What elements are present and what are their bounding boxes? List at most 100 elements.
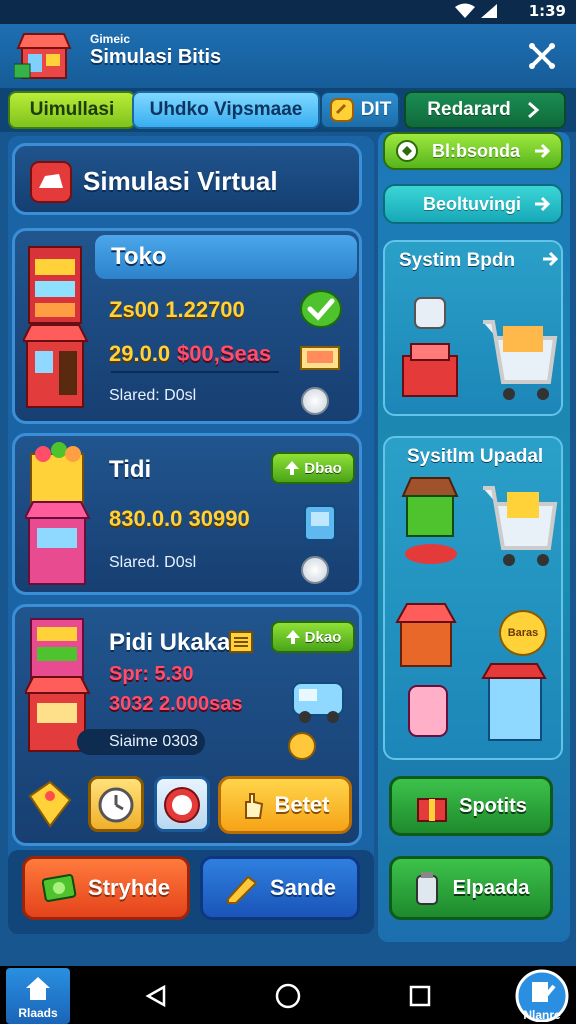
sale-button[interactable] <box>154 776 210 832</box>
button-label: Dkao <box>304 628 342 646</box>
kiosk-icon[interactable] <box>479 660 549 750</box>
chevron-right-icon <box>527 101 539 119</box>
van-icon <box>292 682 344 723</box>
shop-shelf-icon <box>25 442 91 585</box>
store-name: Pidi Ukaka <box>109 629 231 656</box>
arrow-right-icon[interactable] <box>541 250 559 268</box>
button-label: Stryhde <box>88 875 170 900</box>
sidebar-button-2[interactable]: Beoltuvingi <box>383 184 563 224</box>
sande-button[interactable]: Sande <box>200 856 360 920</box>
coin-icon[interactable] <box>301 556 329 584</box>
badge-label: Baras <box>507 627 539 639</box>
timer-button[interactable] <box>88 776 144 832</box>
tab-bar: Uimullasi Uhdko Vipsmaae DIT Redarard <box>0 88 576 132</box>
button-label: Sande <box>269 875 337 900</box>
button-label: Spotits <box>459 794 527 817</box>
document-icon <box>229 631 253 653</box>
recents-icon[interactable] <box>408 984 432 1008</box>
status-bar: 1:39 <box>0 0 576 24</box>
app-header: Gimeic Simulasi Bitis <box>0 24 576 88</box>
tab-toko-upgrade[interactable]: Uhdko Vipsmaae <box>132 91 320 129</box>
store-name: Tidi <box>109 456 152 483</box>
store-icon <box>30 161 72 203</box>
cash-icon <box>42 874 77 902</box>
shopping-cart-icon[interactable] <box>479 478 559 572</box>
discount-icon <box>164 787 200 823</box>
store-card-toko[interactable]: Toko Zs00 1.22700 29.0.0 $00,Seas Slared… <box>12 228 362 424</box>
tab-label: DIT <box>360 99 392 120</box>
bet-button[interactable]: Betet <box>218 776 352 834</box>
tab-dit[interactable]: DIT <box>320 91 400 129</box>
button-label: Betet <box>274 792 330 817</box>
button-label: Bl:bsonda <box>432 140 520 161</box>
tab-label: Uhdko Vipsmaae <box>149 99 303 120</box>
tab-redarard[interactable]: Redarard <box>404 91 566 129</box>
nav-label: Nlanre <box>523 1008 561 1022</box>
tab-simulasi[interactable]: Uimullasi <box>8 91 136 129</box>
store-name: Toko <box>111 243 167 270</box>
arrow-up-icon <box>285 461 300 475</box>
divider <box>111 371 279 373</box>
clock-icon <box>98 787 134 823</box>
store-status: Slared: D0sl <box>109 387 197 404</box>
store-value: 3032 2.000sas <box>109 693 243 715</box>
store-value: Zs00 1.22700 <box>109 297 245 322</box>
status-time: 1:39 <box>528 2 566 20</box>
elpada-button[interactable]: Elpaada <box>389 856 553 920</box>
system-nav-bar <box>0 966 576 1024</box>
spotits-button[interactable]: Spotits <box>389 776 553 836</box>
arrow-right-icon <box>535 196 551 212</box>
register-icon[interactable] <box>397 294 463 404</box>
gift-box-icon <box>417 798 448 822</box>
goods-box-icon <box>300 346 340 370</box>
button-label: Dbao <box>304 459 342 477</box>
house-icon <box>26 977 50 1000</box>
machine-icon <box>304 505 336 541</box>
tab-label: Uimullasi <box>29 99 115 120</box>
hand-icon <box>245 793 264 819</box>
shopping-cart-icon[interactable] <box>479 312 559 406</box>
shop-shelf-icon <box>23 246 89 408</box>
store-status: Slared. D0sl <box>109 554 197 571</box>
panel-title: Sysitlm Upadal <box>407 446 544 467</box>
system-panel-2: Sysitlm Upadal Baras <box>383 436 563 760</box>
shop-icon[interactable] <box>395 598 461 750</box>
map-nav-button[interactable]: Nlanre <box>508 966 576 1024</box>
signal-icon <box>481 4 497 18</box>
coin-icon[interactable] <box>301 387 329 415</box>
button-label: Beoltuvingi <box>423 193 521 214</box>
arrow-up-icon <box>285 630 300 644</box>
store-logo-icon <box>14 33 72 79</box>
store-status: Siaime 0303 <box>109 733 198 750</box>
upgrade-button[interactable]: Dbao <box>271 452 355 484</box>
store-value: Spr: 5.30 <box>109 663 194 685</box>
badge-icon: Baras <box>499 610 547 656</box>
coin-icon <box>329 98 354 122</box>
store-value: 29.0.0 <box>109 341 171 366</box>
header-subtitle: Gimeic <box>90 32 131 46</box>
pencil-icon <box>226 875 258 904</box>
button-label: Elpaada <box>452 876 530 899</box>
home-circle-icon[interactable] <box>274 982 302 1010</box>
close-icon[interactable] <box>526 40 558 72</box>
wifi-icon <box>455 3 475 18</box>
back-icon[interactable] <box>144 984 168 1008</box>
home-nav-button[interactable]: Rlaads <box>6 968 70 1024</box>
store-value: 830.0.0 30990 <box>109 506 250 531</box>
tab-label: Redarard <box>427 99 511 120</box>
checkmark-icon[interactable] <box>299 289 343 329</box>
stride-button[interactable]: Stryhde <box>22 856 190 920</box>
nav-label: Rlaads <box>18 1006 58 1020</box>
jar-icon <box>415 872 438 905</box>
virtual-sim-header[interactable]: Simulasi Virtual <box>12 143 362 215</box>
store-card-tidi[interactable]: Tidi Dbao 830.0.0 30990 Slared. D0sl <box>12 433 362 595</box>
tag-icon[interactable] <box>24 776 76 832</box>
app-title: Simulasi Bitis <box>90 46 222 68</box>
upgrade-button[interactable]: Dkao <box>271 621 355 653</box>
sidebar-button-1[interactable]: Bl:bsonda <box>383 132 563 170</box>
stall-icon[interactable] <box>397 474 463 570</box>
panel-title: Simulasi Virtual <box>83 166 278 196</box>
tag-icon <box>396 140 418 162</box>
panel-title: Systim Bpdn <box>399 250 516 271</box>
store-value: $00,Seas <box>177 341 272 366</box>
